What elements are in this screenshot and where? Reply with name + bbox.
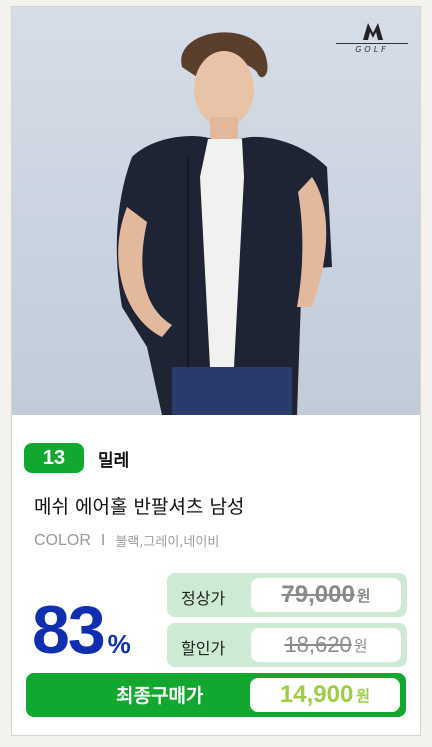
brand-logo: GOLF (336, 21, 408, 61)
color-label: COLOR (34, 531, 91, 549)
color-values: 블랙,그레이,네이비 (115, 535, 220, 550)
discount-value: 83 (32, 592, 106, 668)
final-price-bar[interactable]: 최종구매가 14,900 원 (26, 673, 406, 717)
rank-badge: 13 (24, 443, 84, 473)
regular-price-label: 정상가 (181, 589, 226, 608)
regular-price-pill: 79,000 원 (251, 578, 401, 612)
regular-price-box: 정상가 79,000 원 (167, 573, 407, 617)
brand-logo-text: GOLF (355, 45, 389, 54)
currency-unit: 원 (356, 686, 371, 705)
brand-name: 밀레 (98, 451, 130, 471)
regular-price: 79,000 (281, 581, 355, 608)
final-price-label: 최종구매가 (116, 685, 204, 707)
sale-price-label: 할인가 (181, 639, 226, 658)
final-price-pill: 14,900 원 (250, 678, 400, 712)
discount-unit: % (107, 629, 131, 659)
sale-price-box: 할인가 18,620 원 (167, 623, 407, 667)
sale-price: 18,620 (284, 632, 352, 657)
currency-unit: 원 (356, 586, 371, 605)
sale-price-pill: 18,620 원 (251, 628, 401, 662)
color-separator: I (100, 531, 106, 549)
product-card[interactable]: GOLF 13 밀레 메쉬 에어홀 반팔셔츠 남성 COLOR I 블랙,그레이… (11, 6, 421, 736)
product-name[interactable]: 메쉬 에어홀 반팔셔츠 남성 (34, 492, 244, 519)
model-image (116, 32, 332, 415)
product-photo[interactable]: GOLF (12, 7, 420, 415)
discount-rate: 83 % (32, 591, 131, 669)
currency-unit: 원 (353, 636, 368, 655)
final-price: 14,900 (279, 681, 354, 708)
millet-mark-icon (363, 23, 383, 40)
color-options: COLOR I 블랙,그레이,네이비 (34, 531, 220, 551)
